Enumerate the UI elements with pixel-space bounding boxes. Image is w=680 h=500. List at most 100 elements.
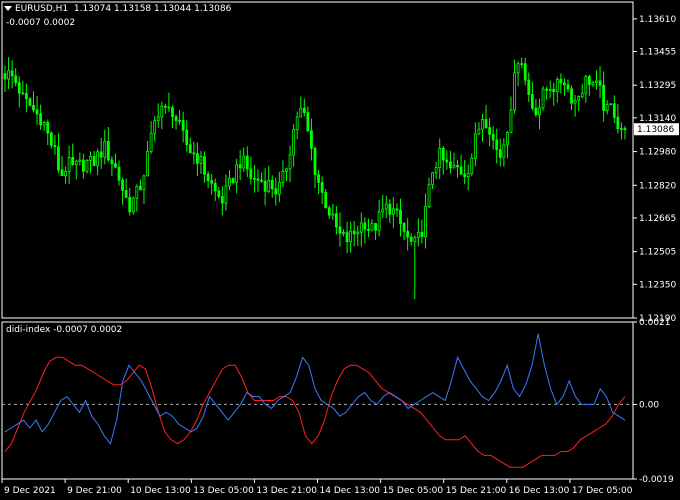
candle-body bbox=[470, 157, 474, 174]
candle-body bbox=[260, 179, 263, 182]
dropdown-triangle-icon[interactable] bbox=[4, 6, 12, 11]
candle-body bbox=[42, 122, 46, 126]
candle-body bbox=[595, 80, 598, 83]
candle-body bbox=[242, 155, 246, 169]
candle-body bbox=[449, 161, 452, 169]
candle-body bbox=[306, 112, 310, 132]
candle-body bbox=[213, 182, 217, 192]
candle-body bbox=[345, 232, 349, 243]
candle-body bbox=[434, 167, 438, 174]
indicator-tick-label: 0.0021 bbox=[639, 318, 671, 328]
candle-body bbox=[431, 172, 434, 186]
candle-body bbox=[438, 147, 442, 168]
candle-body bbox=[46, 122, 50, 134]
candle-body bbox=[359, 222, 363, 233]
candle-body bbox=[206, 173, 210, 182]
candle-body bbox=[295, 116, 299, 130]
candle-body bbox=[377, 211, 381, 231]
candle-body bbox=[520, 63, 524, 66]
candle-body bbox=[313, 147, 317, 176]
candle-body bbox=[92, 156, 96, 167]
candle-body bbox=[131, 197, 135, 213]
candle-body bbox=[81, 159, 85, 172]
candle-body bbox=[74, 160, 78, 165]
candle-body bbox=[509, 109, 513, 133]
candle-body bbox=[153, 120, 157, 134]
price-tick-label: 1.12820 bbox=[639, 181, 676, 191]
candle-body bbox=[302, 107, 306, 113]
time-tick-label: 16 Dec 13:00 bbox=[509, 486, 570, 496]
candle-body bbox=[498, 149, 502, 158]
price-tick-label: 1.12350 bbox=[639, 280, 676, 290]
candle-body bbox=[424, 205, 427, 238]
candle-body bbox=[384, 203, 388, 210]
candle-body bbox=[210, 180, 214, 184]
price-tick-label: 1.12980 bbox=[639, 148, 676, 158]
candle-body bbox=[616, 116, 620, 130]
time-tick-label: 9 Dec 21:00 bbox=[67, 486, 122, 496]
time-tick-label: 14 Dec 13:00 bbox=[320, 486, 381, 496]
candle-body bbox=[196, 153, 199, 164]
candle-body bbox=[456, 164, 459, 168]
time-tick-label: 9 Dec 2021 bbox=[4, 486, 56, 496]
candle-body bbox=[367, 228, 370, 231]
candle-body bbox=[117, 166, 121, 181]
price-tick-label: 1.13455 bbox=[639, 48, 676, 58]
candle-body bbox=[28, 98, 32, 106]
candle-body bbox=[263, 180, 267, 192]
candle-body bbox=[146, 150, 149, 177]
time-tick-label: 13 Dec 21:00 bbox=[256, 486, 317, 496]
candle-body bbox=[395, 208, 399, 211]
candle-body bbox=[228, 177, 231, 187]
candle-body bbox=[231, 177, 235, 183]
candle-body bbox=[106, 140, 110, 161]
candle-body bbox=[513, 72, 516, 111]
candle-body bbox=[342, 232, 345, 234]
candle-body bbox=[334, 213, 338, 228]
candle-body bbox=[17, 82, 21, 94]
candle-body bbox=[441, 147, 445, 161]
indicator-tick-label: -0.0019 bbox=[639, 475, 674, 485]
candle-body bbox=[220, 196, 224, 204]
candle-body bbox=[135, 185, 139, 199]
chart-canvas: 1.13610 1.13455 1.13295 1.13140 1.12980 1.128… bbox=[1, 1, 679, 496]
candle-body bbox=[32, 104, 35, 111]
candle-body bbox=[192, 152, 196, 155]
candle-body bbox=[64, 171, 67, 177]
price-tick-label: 1.12665 bbox=[639, 214, 676, 224]
candle-body bbox=[149, 132, 153, 152]
candle-body bbox=[620, 128, 623, 130]
candle-body bbox=[527, 79, 531, 95]
symbol-label: EURUSD,H1 bbox=[15, 4, 69, 14]
candle-body bbox=[14, 75, 18, 83]
candle-body bbox=[89, 156, 92, 161]
candle-body bbox=[545, 88, 549, 91]
candle-body bbox=[128, 197, 132, 213]
candle-body bbox=[406, 230, 410, 238]
candle-body bbox=[388, 203, 392, 215]
candle-body bbox=[602, 84, 606, 111]
candle-body bbox=[110, 159, 114, 164]
candle-body bbox=[381, 208, 385, 213]
candle-body bbox=[349, 230, 353, 243]
candle-body bbox=[114, 163, 117, 168]
candle-body bbox=[249, 168, 253, 179]
candle-body bbox=[60, 169, 64, 177]
candle-body bbox=[203, 156, 206, 175]
candle-body bbox=[577, 96, 581, 101]
current-price-label: 1.13086 bbox=[637, 125, 674, 135]
candlestick-series bbox=[3, 57, 627, 300]
candle-body bbox=[139, 185, 142, 191]
indicator-panel-frame bbox=[1, 321, 634, 480]
candle-body bbox=[310, 130, 313, 149]
candle-body bbox=[277, 182, 281, 195]
candle-body bbox=[352, 230, 356, 235]
candle-body bbox=[199, 156, 203, 164]
candle-body bbox=[49, 132, 53, 146]
candle-body bbox=[506, 131, 509, 146]
candle-body bbox=[623, 128, 627, 130]
candle-body bbox=[459, 166, 463, 175]
candle-body bbox=[57, 146, 60, 171]
candle-body bbox=[609, 103, 613, 106]
candle-body bbox=[463, 173, 467, 178]
